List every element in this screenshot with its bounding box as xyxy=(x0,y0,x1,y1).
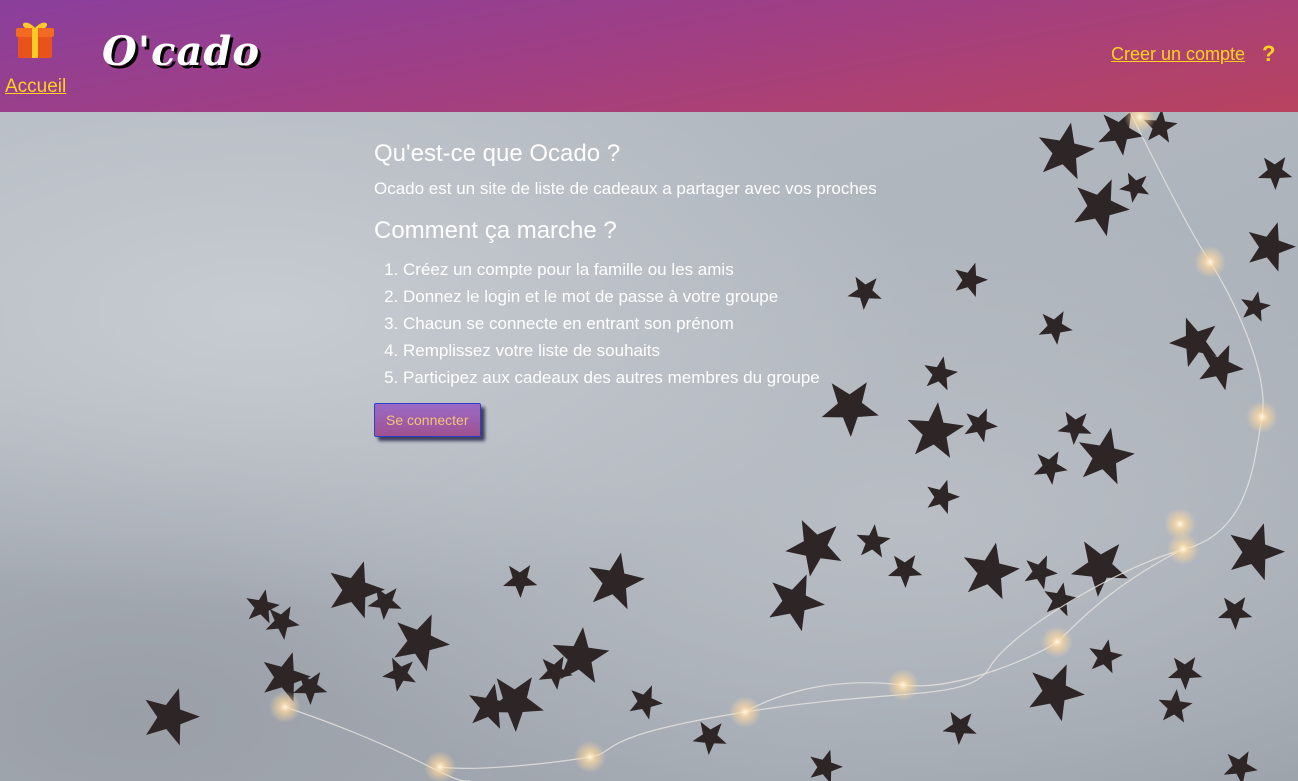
star-shape xyxy=(145,688,200,746)
star-shape xyxy=(692,721,727,755)
how-heading: Comment ça marche ? xyxy=(374,217,617,245)
star-shape xyxy=(1230,523,1285,581)
home-link[interactable]: Accueil xyxy=(5,76,66,98)
star-shape xyxy=(1168,657,1203,690)
help-icon[interactable]: ? xyxy=(1262,41,1275,67)
star-shape xyxy=(265,606,300,640)
intro-heading: Qu'est-ce que Ocado ? xyxy=(374,140,621,167)
step-item: Créez un compte pour la famille ou les a… xyxy=(403,256,974,283)
steps-list: Créez un compte pour la famille ou les a… xyxy=(374,256,974,391)
star-shape xyxy=(1074,179,1130,237)
fairy-light xyxy=(1164,508,1196,540)
step-item: Chacun se connecte en entrant son prénom xyxy=(403,310,974,337)
fairy-light xyxy=(729,696,761,728)
fairy-light xyxy=(1194,246,1226,278)
star-shape xyxy=(856,524,891,558)
star-shape xyxy=(769,574,825,632)
fairy-light xyxy=(1246,401,1278,433)
login-button[interactable]: Se connecter xyxy=(374,402,481,437)
star-shape xyxy=(629,685,663,720)
star-shape xyxy=(888,555,923,588)
star-shape xyxy=(785,520,842,577)
star-shape xyxy=(963,542,1020,600)
step-item: Donnez le login et le mot de passe à vot… xyxy=(403,283,974,310)
star-shape xyxy=(503,565,538,598)
top-header: Accueil O'cado Creer un compte ? xyxy=(0,0,1298,112)
star-shape xyxy=(1119,172,1150,203)
star-shape xyxy=(1248,222,1296,272)
star-shape xyxy=(927,479,960,514)
star-shape xyxy=(1038,311,1073,345)
create-account-link[interactable]: Creer un compte xyxy=(1111,44,1245,65)
star-shape xyxy=(1218,597,1253,630)
step-item: Participez aux cadeaux des autres membre… xyxy=(403,364,974,391)
star-shape xyxy=(942,711,977,745)
star-shape xyxy=(1038,122,1095,180)
star-shape xyxy=(588,552,645,610)
star-shape xyxy=(1241,291,1271,322)
star-shape xyxy=(394,614,450,672)
gift-icon[interactable] xyxy=(13,17,57,61)
fairy-light xyxy=(574,741,606,773)
fairy-light xyxy=(1041,626,1073,658)
star-shape xyxy=(810,749,843,781)
star-shape xyxy=(1078,427,1135,485)
fairy-light xyxy=(424,751,456,781)
step-item: Remplissez votre liste de souhaits xyxy=(403,337,974,364)
intro-description: Ocado est un site de liste de cadeaux a … xyxy=(374,178,877,198)
fairy-light xyxy=(269,691,301,723)
star-shape xyxy=(1223,751,1258,781)
brand-title: O'cado xyxy=(102,28,261,75)
star-shape xyxy=(1029,664,1085,722)
star-shape xyxy=(1024,555,1058,590)
star-shape xyxy=(1033,451,1068,485)
star-shape xyxy=(1158,689,1193,723)
main-content: Qu'est-ce que Ocado ? Ocado est un site … xyxy=(0,112,1298,781)
fairy-light xyxy=(887,669,919,701)
star-shape xyxy=(382,657,416,692)
intro-panel: Qu'est-ce que Ocado ? Ocado est un site … xyxy=(374,140,974,437)
star-shape xyxy=(1258,157,1293,190)
star-shape xyxy=(1089,639,1123,674)
star-shape xyxy=(1057,411,1092,445)
